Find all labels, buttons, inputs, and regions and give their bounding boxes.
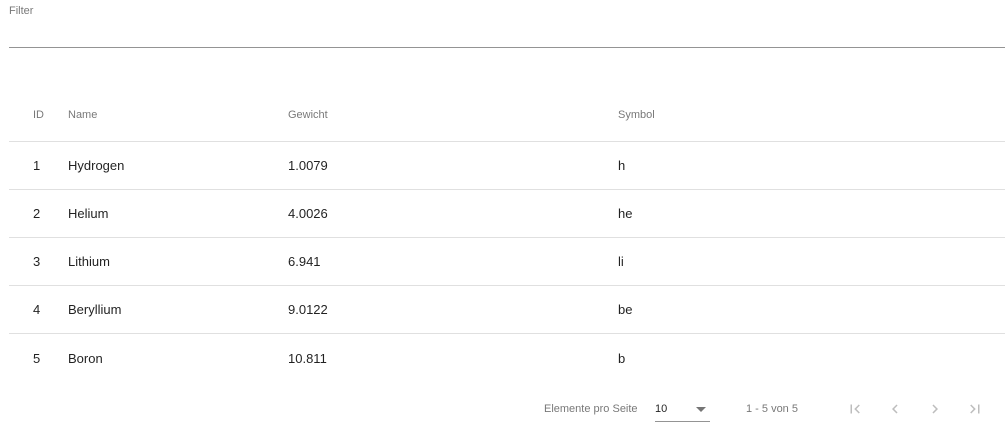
filter-underline	[9, 47, 1005, 48]
cell-symbol: h	[618, 158, 626, 173]
cell-weight: 4.0026	[288, 206, 328, 221]
filter-label: Filter	[9, 5, 34, 17]
cell-name: Helium	[68, 206, 109, 221]
items-per-page-label: Elemente pro Seite	[544, 403, 638, 415]
header-id: ID	[33, 108, 44, 121]
page: Filter ID Name Gewicht Symbol 1 Hydrogen…	[0, 0, 1005, 442]
first-page-button[interactable]	[840, 394, 870, 424]
page-size-value: 10	[655, 403, 668, 415]
cell-id: 5	[33, 350, 41, 366]
cell-id: 3	[33, 254, 41, 269]
cell-name: Beryllium	[68, 302, 122, 317]
chevron-left-icon	[892, 404, 898, 414]
range-label: 1 - 5 von 5	[746, 403, 798, 415]
cell-symbol: he	[618, 206, 633, 221]
page-size-select[interactable]: 10	[655, 396, 710, 422]
cell-symbol: be	[618, 302, 633, 317]
filter-field[interactable]: Filter	[9, 0, 1005, 50]
cell-weight: 10.811	[288, 350, 327, 366]
header-name: Name	[68, 108, 98, 121]
dropdown-arrow-icon	[696, 407, 706, 412]
table-header-row: ID Name Gewicht Symbol	[9, 88, 1005, 142]
table-row: 5 Boron 10.811 b	[9, 334, 1005, 382]
previous-page-button[interactable]	[880, 394, 910, 424]
table-row: 2 Helium 4.0026 he	[9, 190, 1005, 238]
filter-input[interactable]	[9, 18, 1003, 46]
cell-symbol: li	[618, 254, 624, 269]
first-page-icon	[850, 404, 860, 414]
next-page-button[interactable]	[920, 394, 950, 424]
cell-id: 1	[33, 158, 41, 173]
cell-symbol: b	[618, 350, 626, 366]
chevron-right-icon	[932, 404, 938, 414]
cell-name: Lithium	[68, 254, 110, 269]
last-page-icon	[970, 404, 980, 414]
page-size-underline	[655, 421, 710, 422]
last-page-button[interactable]	[960, 394, 990, 424]
table-row: 1 Hydrogen 1.0079 h	[9, 142, 1005, 190]
paginator: Elemente pro Seite 10 1 - 5 von 5	[0, 386, 1005, 434]
cell-name: Hydrogen	[68, 158, 125, 173]
cell-weight: 1.0079	[288, 158, 328, 173]
table-row: 3 Lithium 6.941 li	[9, 238, 1005, 286]
elements-table: ID Name Gewicht Symbol 1 Hydrogen 1.0079…	[9, 88, 1005, 382]
table-row: 4 Beryllium 9.0122 be	[9, 286, 1005, 334]
cell-id: 4	[33, 302, 41, 317]
cell-weight: 9.0122	[288, 302, 328, 317]
cell-name: Boron	[68, 350, 103, 366]
cell-weight: 6.941	[288, 254, 321, 269]
header-weight: Gewicht	[288, 108, 328, 121]
header-symbol: Symbol	[618, 108, 655, 121]
cell-id: 2	[33, 206, 41, 221]
